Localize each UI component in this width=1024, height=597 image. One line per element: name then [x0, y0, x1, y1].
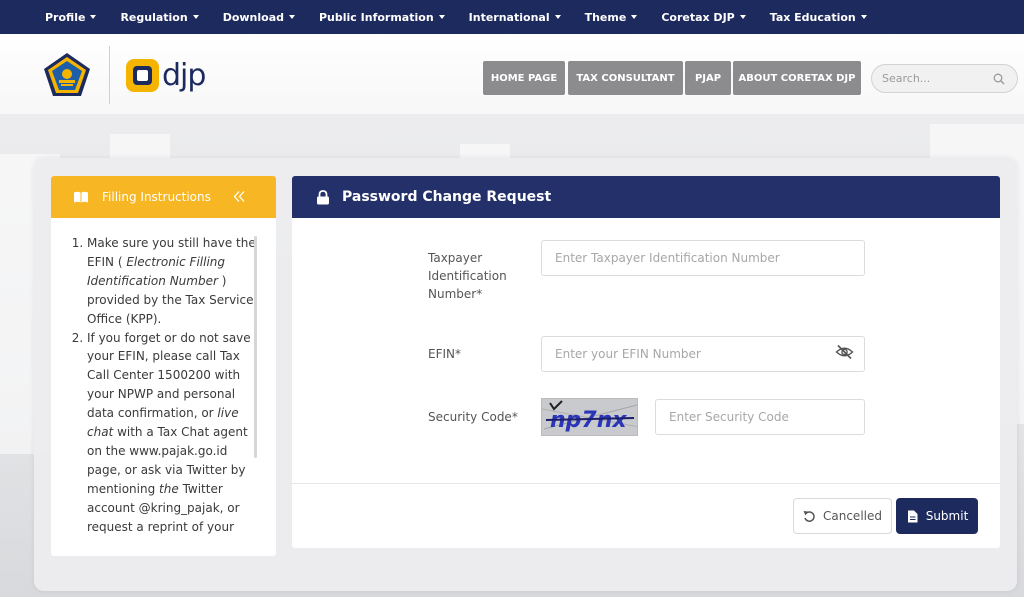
search-box — [871, 64, 1018, 93]
caret-down-icon — [631, 15, 638, 19]
book-icon — [74, 191, 88, 203]
security-code-label: Security Code* — [428, 410, 518, 424]
nav-item-regulation[interactable]: Regulation — [120, 10, 199, 24]
form-header: Password Change Request — [292, 176, 1000, 218]
djp-logo-text: djp — [162, 58, 206, 93]
caret-down-icon — [739, 15, 746, 19]
submit-button[interactable]: Submit — [896, 498, 978, 534]
caret-down-icon — [860, 15, 867, 19]
nav-item-theme[interactable]: Theme — [585, 11, 638, 24]
eye-slash-icon[interactable] — [835, 344, 854, 360]
caret-down-icon — [438, 15, 445, 19]
double-chevron-left-icon[interactable] — [233, 190, 246, 203]
button-label: TAX CONSULTANT — [576, 72, 675, 84]
password-change-form: Password Change Request Taxpayer Identif… — [292, 176, 1000, 548]
header-divider — [109, 46, 110, 104]
nav-item-coretax-djp[interactable]: Coretax DJP — [661, 10, 746, 24]
efin-input[interactable] — [541, 336, 865, 372]
nav-item-tax-education[interactable]: Tax Education — [770, 11, 867, 24]
nav-label: Coretax DJP — [661, 10, 735, 24]
instructions-list: Make sure you still have the EFIN ( Elec… — [69, 234, 257, 537]
captcha-image: np7nx — [541, 398, 638, 436]
cancel-button[interactable]: Cancelled — [793, 498, 892, 534]
filling-instructions-panel: Filling Instructions Make sure you still… — [51, 176, 276, 556]
instruction-emphasis: the — [159, 481, 179, 496]
nav-label: Theme — [584, 10, 627, 24]
djp-logo-mark — [126, 59, 159, 92]
submit-label: Submit — [925, 509, 969, 523]
instructions-body: Make sure you still have the EFIN ( Elec… — [69, 234, 257, 544]
security-code-input[interactable] — [655, 399, 865, 435]
instructions-title: Filling Instructions — [102, 190, 211, 204]
nav-label: Regulation — [120, 10, 188, 24]
nav-label: Download — [222, 10, 284, 24]
efin-label: EFIN* — [428, 347, 461, 361]
nav-label: Profile — [45, 10, 86, 24]
nav-item-public-information[interactable]: Public Information — [319, 11, 445, 24]
button-label: PJAP — [694, 72, 722, 84]
caret-down-icon — [192, 15, 199, 19]
pjap-button[interactable]: PJAP — [685, 61, 731, 95]
nav-label: International — [468, 10, 550, 24]
form-title: Password Change Request — [342, 189, 552, 205]
button-label: HOME PAGE — [490, 72, 558, 84]
search-input[interactable] — [882, 72, 987, 85]
nav-label: Public Information — [319, 10, 434, 24]
caret-down-icon — [289, 15, 295, 19]
undo-icon — [803, 510, 815, 522]
caret-down-icon — [554, 15, 561, 19]
tin-input[interactable] — [541, 240, 865, 276]
nav-item-download[interactable]: Download — [223, 11, 295, 24]
lock-icon — [317, 189, 329, 204]
caret-down-icon — [90, 15, 97, 19]
instructions-header: Filling Instructions — [51, 176, 276, 218]
button-label: ABOUT CORETAX DJP — [738, 72, 856, 84]
form-divider — [292, 483, 1000, 484]
tin-label: Taxpayer Identification Number* — [428, 251, 507, 301]
search-icon[interactable] — [993, 73, 1005, 85]
home-page-button[interactable]: HOME PAGE — [483, 61, 565, 95]
instructions-scrollbar[interactable] — [254, 236, 257, 458]
ministry-emblem-logo[interactable] — [42, 52, 92, 98]
instruction-item: Make sure you still have the EFIN ( Elec… — [87, 234, 257, 329]
captcha-graphic: np7nx — [542, 399, 637, 435]
file-icon — [907, 510, 918, 522]
nav-label: Tax Education — [769, 10, 856, 24]
nav-item-profile[interactable]: Profile — [45, 10, 97, 24]
djp-logo[interactable]: djp — [126, 58, 206, 93]
cancel-label: Cancelled — [823, 509, 882, 523]
nav-item-international[interactable]: International — [469, 11, 561, 24]
top-navigation: Profile Regulation Download Public Infor… — [0, 0, 1024, 34]
about-coretax-button[interactable]: ABOUT CORETAX DJP — [733, 61, 861, 95]
tax-consultant-button[interactable]: TAX CONSULTANT — [568, 61, 683, 95]
instruction-item: If you forget or do not save your EFIN, … — [87, 329, 257, 537]
